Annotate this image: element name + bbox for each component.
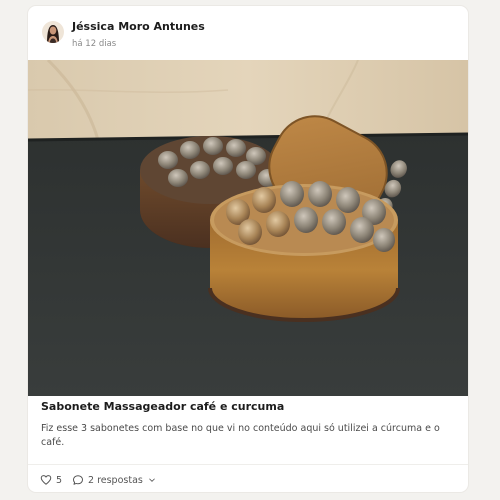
author-name[interactable]: Jéssica Moro Antunes: [72, 20, 205, 33]
post-photo[interactable]: [28, 58, 468, 396]
post-timestamp: há 12 dias: [72, 39, 117, 49]
post-header: Jéssica Moro Antunes há 12 dias: [42, 18, 454, 58]
replies-button[interactable]: 2 respostas: [72, 473, 156, 487]
post-body: Fiz esse 3 sabonetes com base no que vi …: [41, 423, 440, 448]
like-button[interactable]: 5: [40, 473, 62, 487]
like-count: 5: [56, 474, 63, 486]
heart-icon: [40, 475, 52, 485]
replies-count: 2 respostas: [88, 474, 143, 486]
speech-bubble-icon: [73, 475, 83, 485]
post-card: Jéssica Moro Antunes há 12 dias Sabonete…: [28, 6, 468, 492]
post-footer: 5 2 respostas: [28, 464, 468, 492]
chevron-down-icon: [148, 476, 156, 484]
author-avatar[interactable]: [42, 21, 64, 43]
post-title[interactable]: Sabonete Massageador café e curcuma: [41, 400, 456, 413]
